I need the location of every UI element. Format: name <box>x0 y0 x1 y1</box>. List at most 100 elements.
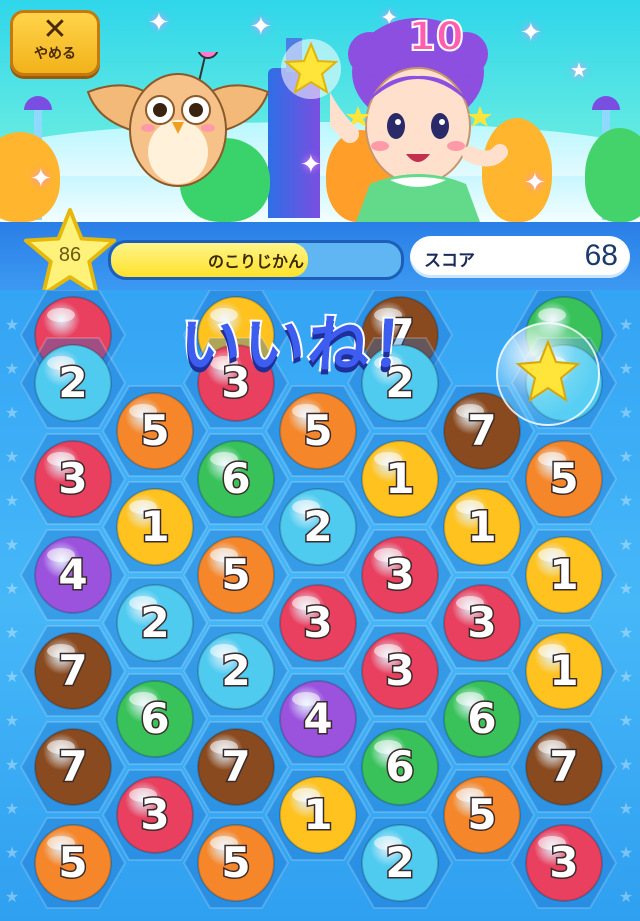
ball-number: 6 <box>140 694 169 743</box>
time-remaining-value: 86 <box>58 244 82 266</box>
background-star-icon: ★ <box>619 623 633 642</box>
background-star-icon: ★ <box>5 579 19 598</box>
ball-number: 7 <box>58 742 87 791</box>
ball-number: 1 <box>467 502 496 551</box>
ball-number: 4 <box>303 694 332 743</box>
background-star-icon: ★ <box>5 667 19 686</box>
background-star-icon: ★ <box>5 843 19 862</box>
number-ball[interactable]: 3 <box>279 584 357 662</box>
ball-number: 6 <box>385 742 414 791</box>
background-star-icon: ★ <box>5 711 19 730</box>
ball-number: 5 <box>303 406 332 455</box>
ball-number: 7 <box>58 646 87 695</box>
number-ball[interactable]: 3 <box>361 632 439 710</box>
number-ball[interactable]: 1 <box>279 776 357 854</box>
number-ball[interactable]: 2 <box>34 344 112 422</box>
ball-number: 3 <box>385 646 414 695</box>
bonus-bubble[interactable] <box>496 322 600 426</box>
number-ball[interactable]: 2 <box>361 824 439 902</box>
ball-number: 3 <box>385 550 414 599</box>
number-ball[interactable]: 1 <box>525 536 603 614</box>
number-ball[interactable]: 1 <box>116 488 194 566</box>
ball-number: 2 <box>221 646 250 695</box>
number-ball[interactable]: 1 <box>361 440 439 518</box>
background-star-icon: ★ <box>619 667 633 686</box>
ball-number: 3 <box>303 598 332 647</box>
background-star-icon: ★ <box>619 535 633 554</box>
sparkle-icon: ★ <box>570 58 588 82</box>
ball-number: 3 <box>549 838 578 887</box>
number-ball[interactable]: 7 <box>525 728 603 806</box>
number-ball[interactable]: 6 <box>443 680 521 758</box>
background-star-icon: ★ <box>5 799 19 818</box>
background-star-icon: ★ <box>619 403 633 422</box>
star-icon <box>515 339 581 403</box>
number-ball[interactable]: 2 <box>197 632 275 710</box>
time-label: のこりじかん <box>207 252 304 271</box>
background-star-icon: ★ <box>619 579 633 598</box>
number-ball[interactable]: 2 <box>116 584 194 662</box>
number-ball[interactable]: 5 <box>525 440 603 518</box>
ball-highlight <box>47 308 75 322</box>
number-ball[interactable]: 3 <box>443 584 521 662</box>
time-bar: のこりじかん <box>108 240 404 280</box>
ball-number: 6 <box>467 694 496 743</box>
quit-label: やめる <box>34 46 76 62</box>
number-ball[interactable]: 3 <box>525 824 603 902</box>
number-ball[interactable]: 5 <box>197 824 275 902</box>
sparkle-icon: ✦ <box>148 8 170 38</box>
close-icon: ✕ <box>42 12 68 47</box>
ball-number: 1 <box>140 502 169 551</box>
ball-number: 1 <box>385 454 414 503</box>
number-ball[interactable]: 7 <box>34 632 112 710</box>
number-ball[interactable]: 4 <box>279 680 357 758</box>
ball-number: 5 <box>549 454 578 503</box>
number-ball[interactable]: 5 <box>279 392 357 470</box>
background-star-icon: ★ <box>5 491 19 510</box>
number-ball[interactable]: 5 <box>116 392 194 470</box>
ball-number: 1 <box>549 550 578 599</box>
background-star-icon: ★ <box>619 711 633 730</box>
number-ball[interactable]: 5 <box>443 776 521 854</box>
ball-number: 5 <box>467 790 496 839</box>
background-star-icon: ★ <box>619 887 633 906</box>
praise-banner: いいね！ <box>148 294 468 394</box>
ball-number: 3 <box>467 598 496 647</box>
background-star-icon: ★ <box>619 359 633 378</box>
background-star-icon: ★ <box>619 447 633 466</box>
number-ball[interactable]: 2 <box>279 488 357 566</box>
number-ball[interactable]: 5 <box>197 536 275 614</box>
background-star-icon: ★ <box>619 315 633 334</box>
background-star-icon: ★ <box>5 315 19 334</box>
number-ball[interactable]: 6 <box>116 680 194 758</box>
number-ball[interactable]: 1 <box>443 488 521 566</box>
number-ball[interactable]: 3 <box>116 776 194 854</box>
ball-number: 1 <box>303 790 332 839</box>
number-ball[interactable]: 7 <box>197 728 275 806</box>
sparkle-icon: ✦ <box>250 12 272 42</box>
quit-button[interactable]: ✕ やめる <box>10 10 100 76</box>
ball-number: 2 <box>58 358 87 407</box>
number-ball[interactable]: 6 <box>361 728 439 806</box>
number-ball[interactable]: 7 <box>34 728 112 806</box>
background-star-icon: ★ <box>619 491 633 510</box>
background-star-icon: ★ <box>619 843 633 862</box>
number-ball[interactable]: 3 <box>34 440 112 518</box>
score-value: 68 <box>584 239 618 272</box>
background-star-icon: ★ <box>5 447 19 466</box>
number-ball[interactable]: 3 <box>361 536 439 614</box>
number-ball[interactable]: 6 <box>197 440 275 518</box>
ball-number: 5 <box>58 838 87 887</box>
background-star-icon: ★ <box>619 799 633 818</box>
owl-character <box>86 52 270 187</box>
sparkle-icon: ✦ <box>300 150 322 180</box>
praise-text: いいね！ <box>175 306 440 383</box>
ball-number: 2 <box>140 598 169 647</box>
score-label: スコア <box>424 251 475 271</box>
background-star-icon: ★ <box>5 359 19 378</box>
number-ball[interactable]: 1 <box>525 632 603 710</box>
number-ball[interactable]: 4 <box>34 536 112 614</box>
number-ball[interactable]: 5 <box>34 824 112 902</box>
background-star-icon: ★ <box>5 403 19 422</box>
ball-number: 3 <box>140 790 169 839</box>
